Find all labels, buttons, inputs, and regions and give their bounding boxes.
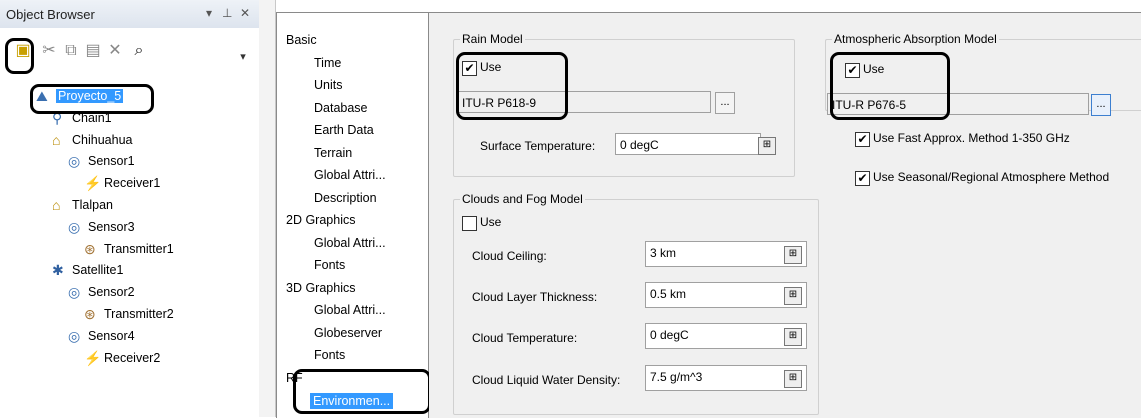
tree-node-label[interactable]: Satellite1: [72, 263, 123, 277]
tree-node-label[interactable]: Receiver1: [104, 176, 160, 190]
category-group[interactable]: 3D Graphics: [286, 281, 355, 295]
surface-temperature-label: Surface Temperature:: [480, 139, 596, 153]
surface-temperature-input[interactable]: 0 degC: [615, 133, 761, 155]
highlight-new-button: [5, 38, 34, 74]
object-browser-panel: Object Browser ▾ ⊥ ✕ ▣ ✂ ⧉ ▤ ✕ ⌕ ▾ ⛰ Proy…: [0, 0, 260, 417]
cut-icon[interactable]: ✂: [38, 40, 60, 62]
cloud-field-label: Cloud Liquid Water Density:: [472, 373, 621, 387]
category-item[interactable]: Fonts: [314, 348, 345, 362]
highlight-rain-model: [456, 52, 568, 120]
transmitter-icon: ⊛: [84, 240, 96, 257]
clouds-fog-title: Clouds and Fog Model: [460, 192, 585, 206]
unit-picker-icon[interactable]: ⊞: [758, 137, 776, 155]
cloud-field-input[interactable]: 0.5 km: [645, 282, 807, 308]
tree-node-label[interactable]: Sensor4: [88, 329, 135, 343]
category-item[interactable]: Global Attri...: [314, 303, 386, 317]
transmitter-icon: ⊛: [84, 306, 96, 322]
cloud-field-label: Cloud Temperature:: [472, 331, 578, 345]
category-item[interactable]: Earth Data: [314, 123, 374, 137]
object-browser-titlebar: Object Browser ▾ ⊥ ✕: [0, 0, 259, 29]
category-item[interactable]: Terrain: [314, 146, 352, 160]
pin-icon[interactable]: ⊥: [222, 6, 232, 20]
sensor-icon: ◎: [68, 327, 81, 344]
cloud-field-label: Cloud Ceiling:: [472, 249, 547, 263]
category-item[interactable]: Global Attri...: [314, 236, 386, 250]
clouds-use-label: Use: [480, 215, 502, 229]
paste-icon[interactable]: ▤: [82, 40, 104, 62]
fast-approx-label: Use Fast Approx. Method 1-350 GHz: [873, 131, 1070, 145]
highlight-scenario-node: [30, 84, 154, 114]
tree-node-label[interactable]: Sensor1: [88, 154, 135, 168]
fast-approx-checkbox[interactable]: ✔: [855, 132, 870, 147]
unit-picker-icon[interactable]: ⊞: [784, 246, 802, 264]
unit-picker-icon[interactable]: ⊞: [784, 328, 802, 346]
unit-picker-icon[interactable]: ⊞: [784, 370, 802, 388]
unit-picker-icon[interactable]: ⊞: [784, 287, 802, 305]
receiver-icon: ⚡: [84, 175, 102, 192]
category-item[interactable]: Description: [314, 191, 377, 205]
sensor-icon: ◎: [68, 218, 81, 235]
rain-model-title: Rain Model: [460, 32, 525, 46]
tree-node-label[interactable]: Sensor3: [88, 220, 135, 234]
seasonal-checkbox[interactable]: ✔: [855, 171, 870, 186]
clouds-use-checkbox[interactable]: [462, 216, 477, 231]
highlight-rf-environment: [293, 369, 431, 414]
sensor-icon: ◎: [68, 153, 81, 170]
dropdown-icon[interactable]: ▾: [206, 6, 212, 20]
facility-icon: ⌂: [52, 197, 61, 213]
receiver-icon: ⚡: [84, 349, 102, 366]
category-item[interactable]: Time: [314, 56, 341, 70]
highlight-atmos-model: [830, 52, 950, 120]
cloud-field-input[interactable]: 3 km: [645, 241, 807, 267]
rain-model-browse-button[interactable]: ...: [715, 92, 735, 114]
category-item[interactable]: Globeserver: [314, 326, 382, 340]
category-item[interactable]: Fonts: [314, 258, 345, 272]
sensor-icon: ◎: [68, 284, 81, 301]
find-icon[interactable]: ⌕: [128, 40, 150, 62]
toolbar-overflow-icon[interactable]: ▾: [232, 46, 254, 68]
category-item[interactable]: Global Attri...: [314, 168, 386, 182]
cloud-field-input[interactable]: 0 degC: [645, 323, 807, 349]
category-group[interactable]: Basic: [286, 33, 317, 47]
satellite-icon: ✱: [52, 262, 64, 279]
tree-node-label[interactable]: Transmitter1: [104, 242, 174, 256]
tree-node-label[interactable]: Chihuahua: [72, 133, 132, 147]
atmos-model-title: Atmospheric Absorption Model: [832, 32, 999, 46]
copy-icon[interactable]: ⧉: [60, 40, 82, 62]
tree-node-label[interactable]: Receiver2: [104, 351, 160, 365]
properties-category-list: Basic Time Units Database Earth Data Terrain G…: [276, 12, 429, 418]
object-browser-title: Object Browser: [6, 7, 95, 22]
category-item[interactable]: Database: [314, 101, 368, 115]
close-icon[interactable]: ✕: [240, 6, 250, 20]
cloud-field-label: Cloud Layer Thickness:: [472, 290, 598, 304]
delete-icon[interactable]: ✕: [104, 40, 126, 62]
panel-splitter[interactable]: [259, 0, 276, 417]
facility-icon: ⌂: [52, 131, 61, 148]
seasonal-label: Use Seasonal/Regional Atmosphere Method: [873, 170, 1110, 184]
category-group[interactable]: 2D Graphics: [286, 213, 355, 227]
tree-node-label[interactable]: Sensor2: [88, 285, 135, 299]
object-browser-toolbar: ▣ ✂ ⧉ ▤ ✕ ⌕ ▾: [0, 28, 259, 78]
tree-node-label[interactable]: Transmitter2: [104, 307, 174, 321]
cloud-field-input[interactable]: 7.5 g/m^3: [645, 365, 807, 391]
atmos-model-browse-button[interactable]: ...: [1091, 94, 1111, 116]
category-item[interactable]: Units: [314, 78, 342, 92]
tree-node-label[interactable]: Tlalpan: [72, 198, 113, 212]
